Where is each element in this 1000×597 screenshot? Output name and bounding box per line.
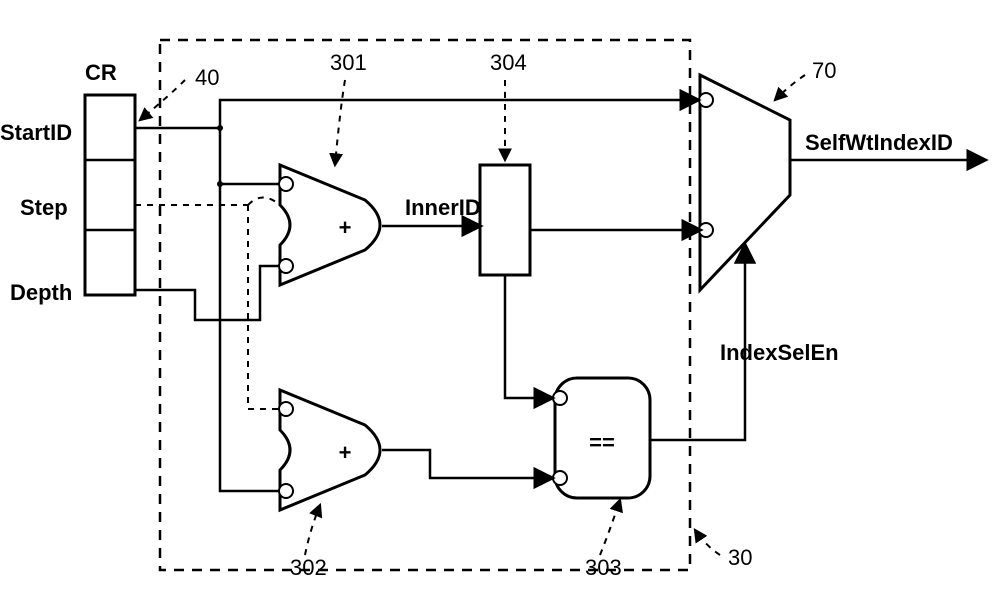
startid-label: StartID	[0, 120, 72, 145]
ref-70: 70	[812, 58, 836, 83]
comparator-303-symbol: ==	[589, 430, 615, 455]
cr-register-block: CR StartID Step Depth	[0, 60, 135, 305]
wire-startid-adder301a	[220, 128, 278, 184]
leader-302	[305, 505, 320, 555]
adder-301: +	[279, 165, 380, 285]
wire-reg304-comp	[505, 275, 552, 398]
step-label: Step	[20, 195, 68, 220]
leader-70	[775, 75, 805, 100]
innerid-label: InnerID	[405, 195, 481, 220]
ref-40: 40	[195, 65, 219, 90]
leader-40	[140, 80, 185, 120]
ref-303: 303	[585, 555, 622, 580]
step-jumper-up	[248, 198, 280, 206]
selfwtindexid-label: SelfWtIndexID	[805, 130, 953, 155]
register-304	[480, 165, 530, 275]
ref-304: 304	[490, 50, 527, 75]
adder-302: +	[279, 390, 380, 510]
adder-301-symbol: +	[339, 215, 352, 240]
ref-30: 30	[728, 545, 752, 570]
adder-302-symbol: +	[339, 440, 352, 465]
ref-302: 302	[290, 555, 327, 580]
indexselen-label: IndexSelEn	[720, 340, 839, 365]
wire-step-adder302a	[248, 205, 278, 409]
leader-30	[695, 530, 720, 555]
leader-301	[335, 80, 345, 165]
comparator-303: ==	[553, 378, 650, 498]
wire-adder302-comp	[382, 450, 552, 478]
wire-startid-mux	[135, 100, 698, 128]
wire-depth-adder301b	[135, 266, 278, 320]
ref-301: 301	[330, 50, 367, 75]
leader-303	[600, 500, 620, 555]
cr-header: CR	[85, 60, 117, 85]
depth-label: Depth	[10, 280, 72, 305]
